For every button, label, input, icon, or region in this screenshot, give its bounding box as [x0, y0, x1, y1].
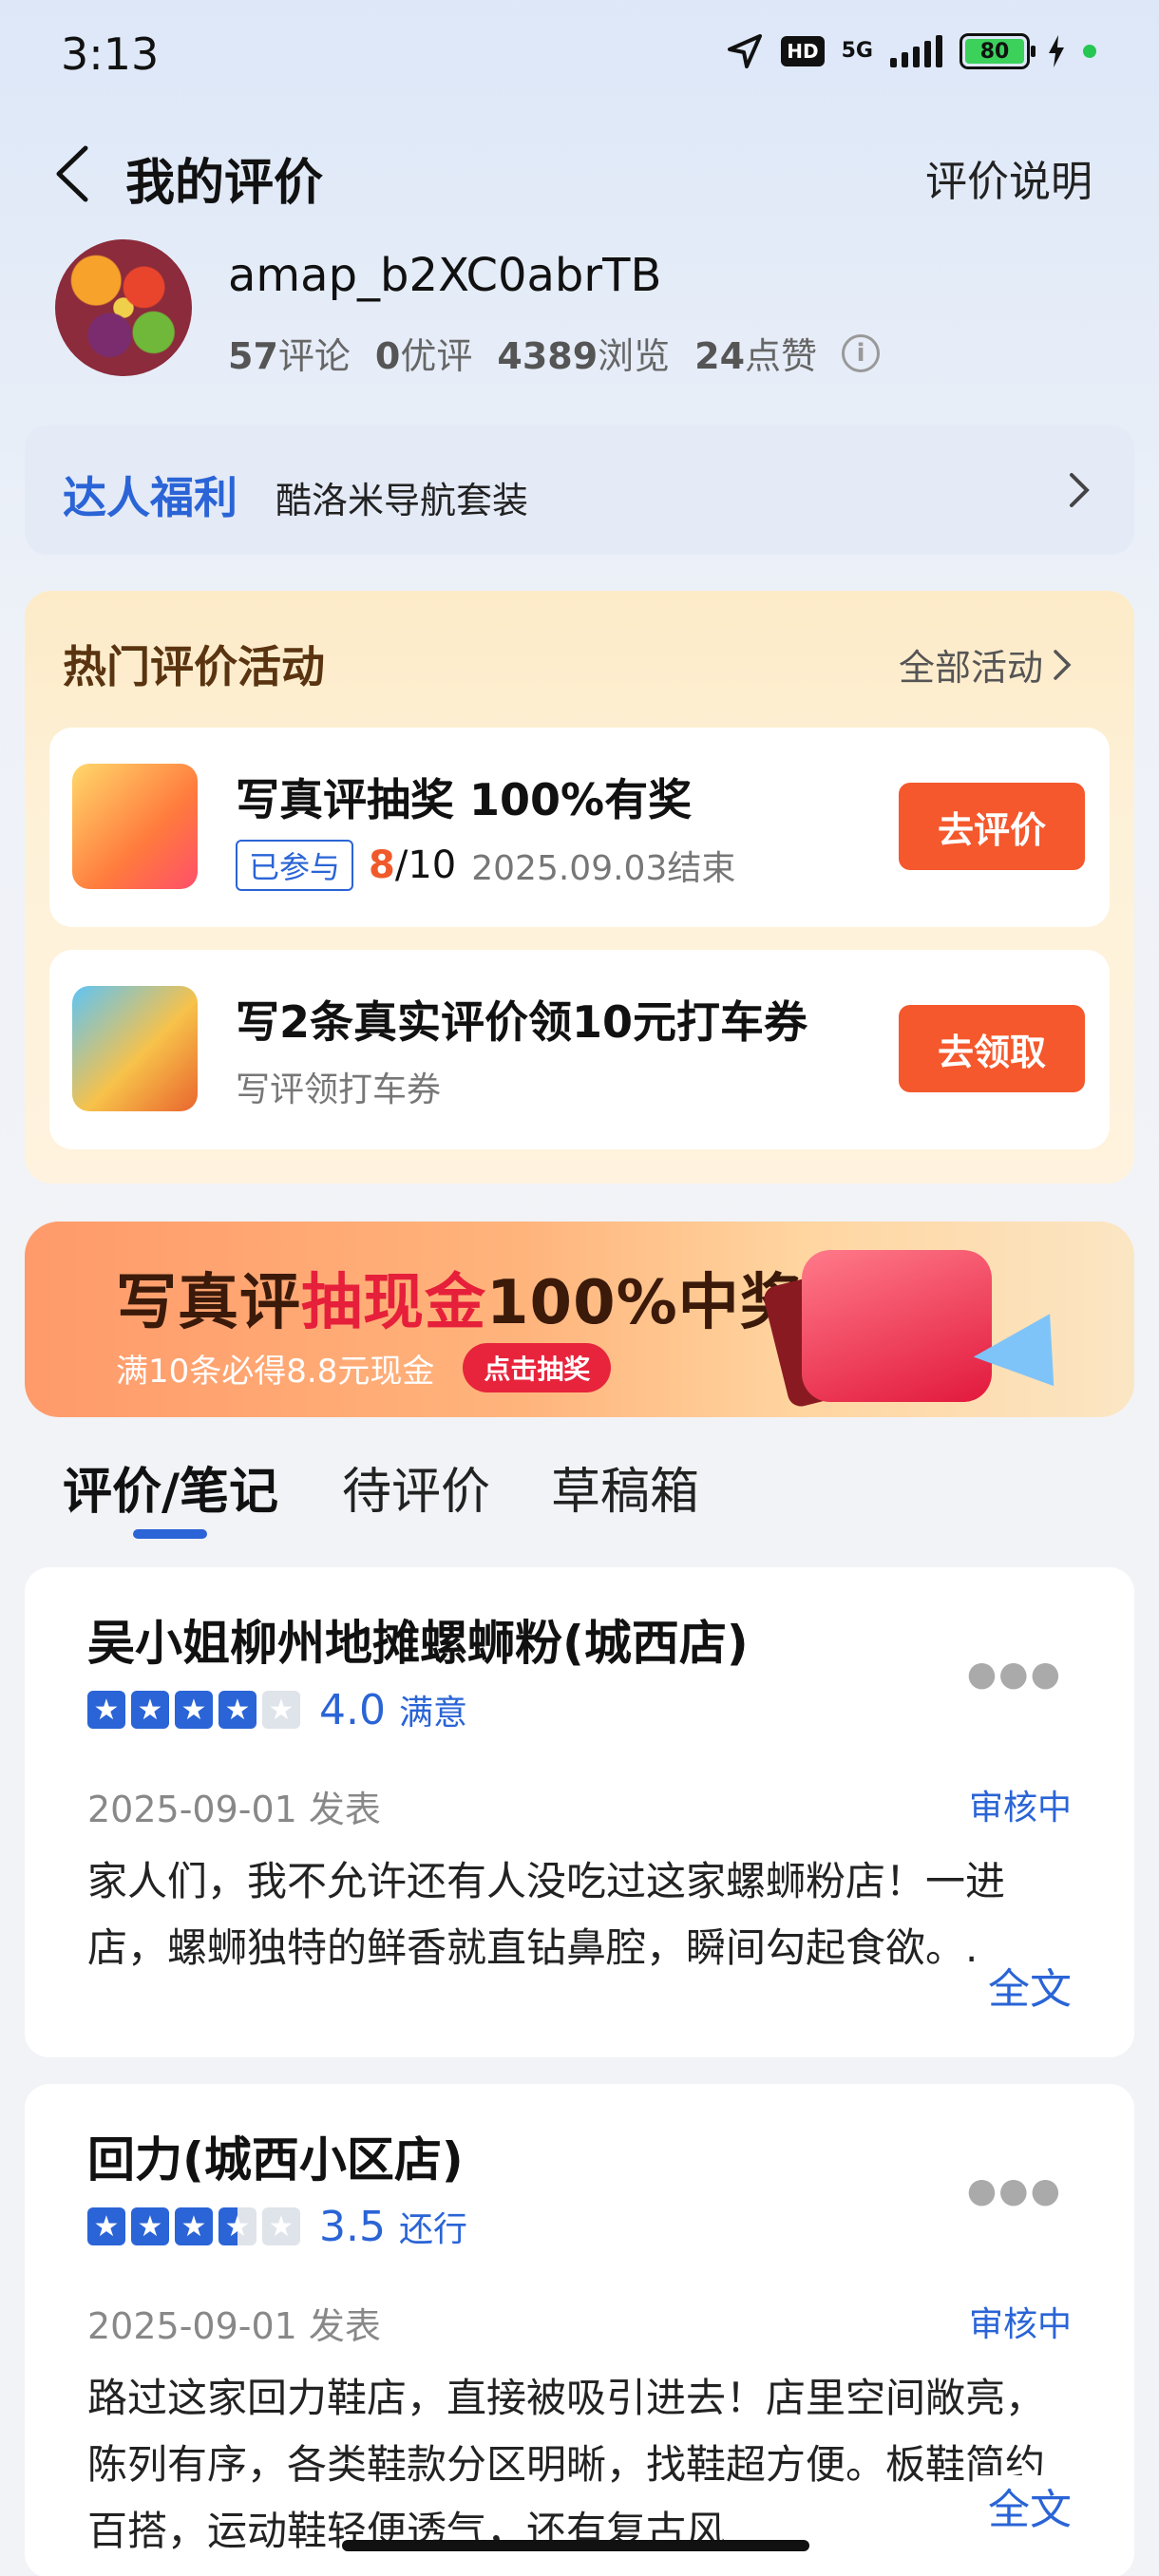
chevron-right-icon — [1054, 649, 1072, 680]
tab-pending-review[interactable]: 待评价 — [342, 1451, 490, 1523]
activity-progress: 8/10 — [369, 843, 457, 887]
star-icon: ★ — [87, 2207, 125, 2245]
hd-badge: HD — [781, 36, 825, 66]
review-shop-name[interactable]: 吴小姐柳州地摊螺蛳粉(城西店) — [87, 1605, 749, 1674]
activity-name: 写真评抽奖 100%有奖 — [236, 774, 693, 825]
star-icon: ★ — [262, 1691, 300, 1729]
more-options-icon[interactable]: ●●● — [967, 1655, 1062, 1694]
star-half-icon: ★ — [218, 2207, 256, 2245]
activity-deadline: 2025.09.03结束 — [471, 849, 736, 888]
activity-sub: 写评领打车券 — [236, 1070, 442, 1109]
hot-activities-title: 热门评价活动 — [63, 641, 325, 692]
stat-reviews: 57评论 — [228, 335, 351, 377]
chevron-right-icon — [1070, 473, 1090, 507]
draw-lottery-button[interactable]: 点击抽奖 — [463, 1343, 612, 1392]
star-icon: ★ — [131, 2207, 169, 2245]
review-rating: ★ ★ ★ ★ ★ 4.0 满意 — [87, 1685, 467, 1734]
joined-badge: 已参与 — [236, 840, 354, 891]
review-text: 家人们，我不允许还有人没吃过这家螺蛳粉店！一进店，螺蛳独特的鲜香就直钻鼻腔，瞬间… — [87, 1858, 1006, 1971]
signal-icon — [890, 35, 942, 67]
daren-benefit-title: 达人福利 — [63, 472, 238, 523]
review-score-word: 满意 — [398, 1694, 467, 1733]
review-explanation-link[interactable]: 评价说明 — [925, 147, 1092, 208]
review-score: 3.5 — [319, 2202, 386, 2251]
activity-meta: 已参与 8/10 2025.09.03结束 — [236, 840, 735, 891]
review-score-word: 还行 — [398, 2210, 467, 2249]
review-status: 审核中 — [968, 2305, 1072, 2344]
all-activities-link[interactable]: 全部活动 — [899, 638, 1072, 691]
more-options-icon[interactable]: ●●● — [967, 2171, 1062, 2210]
review-score: 4.0 — [319, 1685, 386, 1734]
info-icon[interactable]: i — [842, 333, 881, 372]
lottery-banner[interactable]: 写真评抽现金100%中奖 满10条必得8.8元现金 点击抽奖 — [25, 1222, 1134, 1417]
stat-good-reviews: 0优评 — [374, 335, 473, 377]
review-shop-name[interactable]: 回力(城西小区店) — [87, 2122, 464, 2190]
battery-icon: 80 — [960, 33, 1036, 69]
red-packet-illustration-icon — [802, 1250, 992, 1402]
tab-drafts[interactable]: 草稿箱 — [551, 1451, 699, 1523]
banner-headline: 写真评抽现金100%中奖 — [116, 1268, 802, 1338]
activity-thumbnail-car — [72, 986, 198, 1111]
stat-likes: 24点赞 — [694, 335, 818, 377]
star-icon: ★ — [262, 2207, 300, 2245]
home-indicator[interactable] — [342, 2540, 809, 2551]
page-title: 我的评价 — [125, 155, 324, 212]
tab-active-indicator — [133, 1529, 207, 1539]
username: amap_b2XC0abrTB — [228, 249, 662, 302]
activity-card-photo-review[interactable]: 写真评抽奖 100%有奖 已参与 8/10 2025.09.03结束 去评价 — [49, 728, 1110, 927]
full-text-link[interactable]: 全文 — [977, 1955, 1072, 2016]
avatar[interactable] — [55, 239, 192, 376]
activity-name: 写2条真实评价领10元打车券 — [236, 996, 808, 1048]
all-activities-label: 全部活动 — [898, 647, 1043, 689]
go-review-button[interactable]: 去评价 — [899, 783, 1085, 870]
profile-stats: 57评论 0优评 4389浏览 24点赞 i — [228, 327, 881, 379]
review-card[interactable]: 回力(城西小区店) ●●● ★ ★ ★ ★ ★ 3.5 还行 2025-09-0… — [25, 2084, 1134, 2576]
tab-reviews-notes[interactable]: 评价/笔记 — [63, 1451, 278, 1523]
full-text-link[interactable]: 全文 — [977, 2475, 1072, 2536]
claim-button[interactable]: 去领取 — [899, 1005, 1085, 1092]
star-icon: ★ — [218, 1691, 256, 1729]
activity-thumbnail-gift — [72, 764, 198, 889]
review-status: 审核中 — [968, 1789, 1072, 1828]
review-rating: ★ ★ ★ ★ ★ 3.5 还行 — [87, 2202, 467, 2251]
daren-benefit-desc: 酷洛米导航套装 — [276, 480, 529, 521]
battery-level: 80 — [965, 39, 1024, 64]
review-date: 2025-09-01 发表 — [87, 1789, 381, 1830]
back-arrow-icon[interactable] — [49, 142, 95, 205]
status-icons: HD 5G 80 — [726, 32, 1096, 70]
activity-card-taxi-coupon[interactable]: 写2条真实评价领10元打车券 写评领打车券 去领取 — [49, 950, 1110, 1149]
star-icon: ★ — [175, 1691, 213, 1729]
star-icon: ★ — [87, 1691, 125, 1729]
star-icon: ★ — [175, 2207, 213, 2245]
star-icon: ★ — [131, 1691, 169, 1729]
location-arrow-icon — [728, 34, 763, 68]
charging-icon — [1049, 35, 1064, 67]
stat-views: 4389浏览 — [497, 335, 671, 377]
banner-sub-text: 满10条必得8.8元现金 — [116, 1352, 435, 1391]
review-date: 2025-09-01 发表 — [87, 2305, 381, 2347]
review-card[interactable]: 吴小姐柳州地摊螺蛳粉(城西店) ●●● ★ ★ ★ ★ ★ 4.0 满意 202… — [25, 1567, 1134, 2057]
status-time: 3:13 — [61, 28, 160, 80]
review-text: 路过这家回力鞋店，直接被吸引进去！店里空间敞亮，陈列有序，各类鞋款分区明晰，找鞋… — [87, 2375, 1046, 2554]
network-label: 5G — [841, 39, 873, 63]
privacy-dot-icon — [1083, 45, 1096, 58]
banner-sub: 满10条必得8.8元现金 点击抽奖 — [116, 1343, 612, 1392]
